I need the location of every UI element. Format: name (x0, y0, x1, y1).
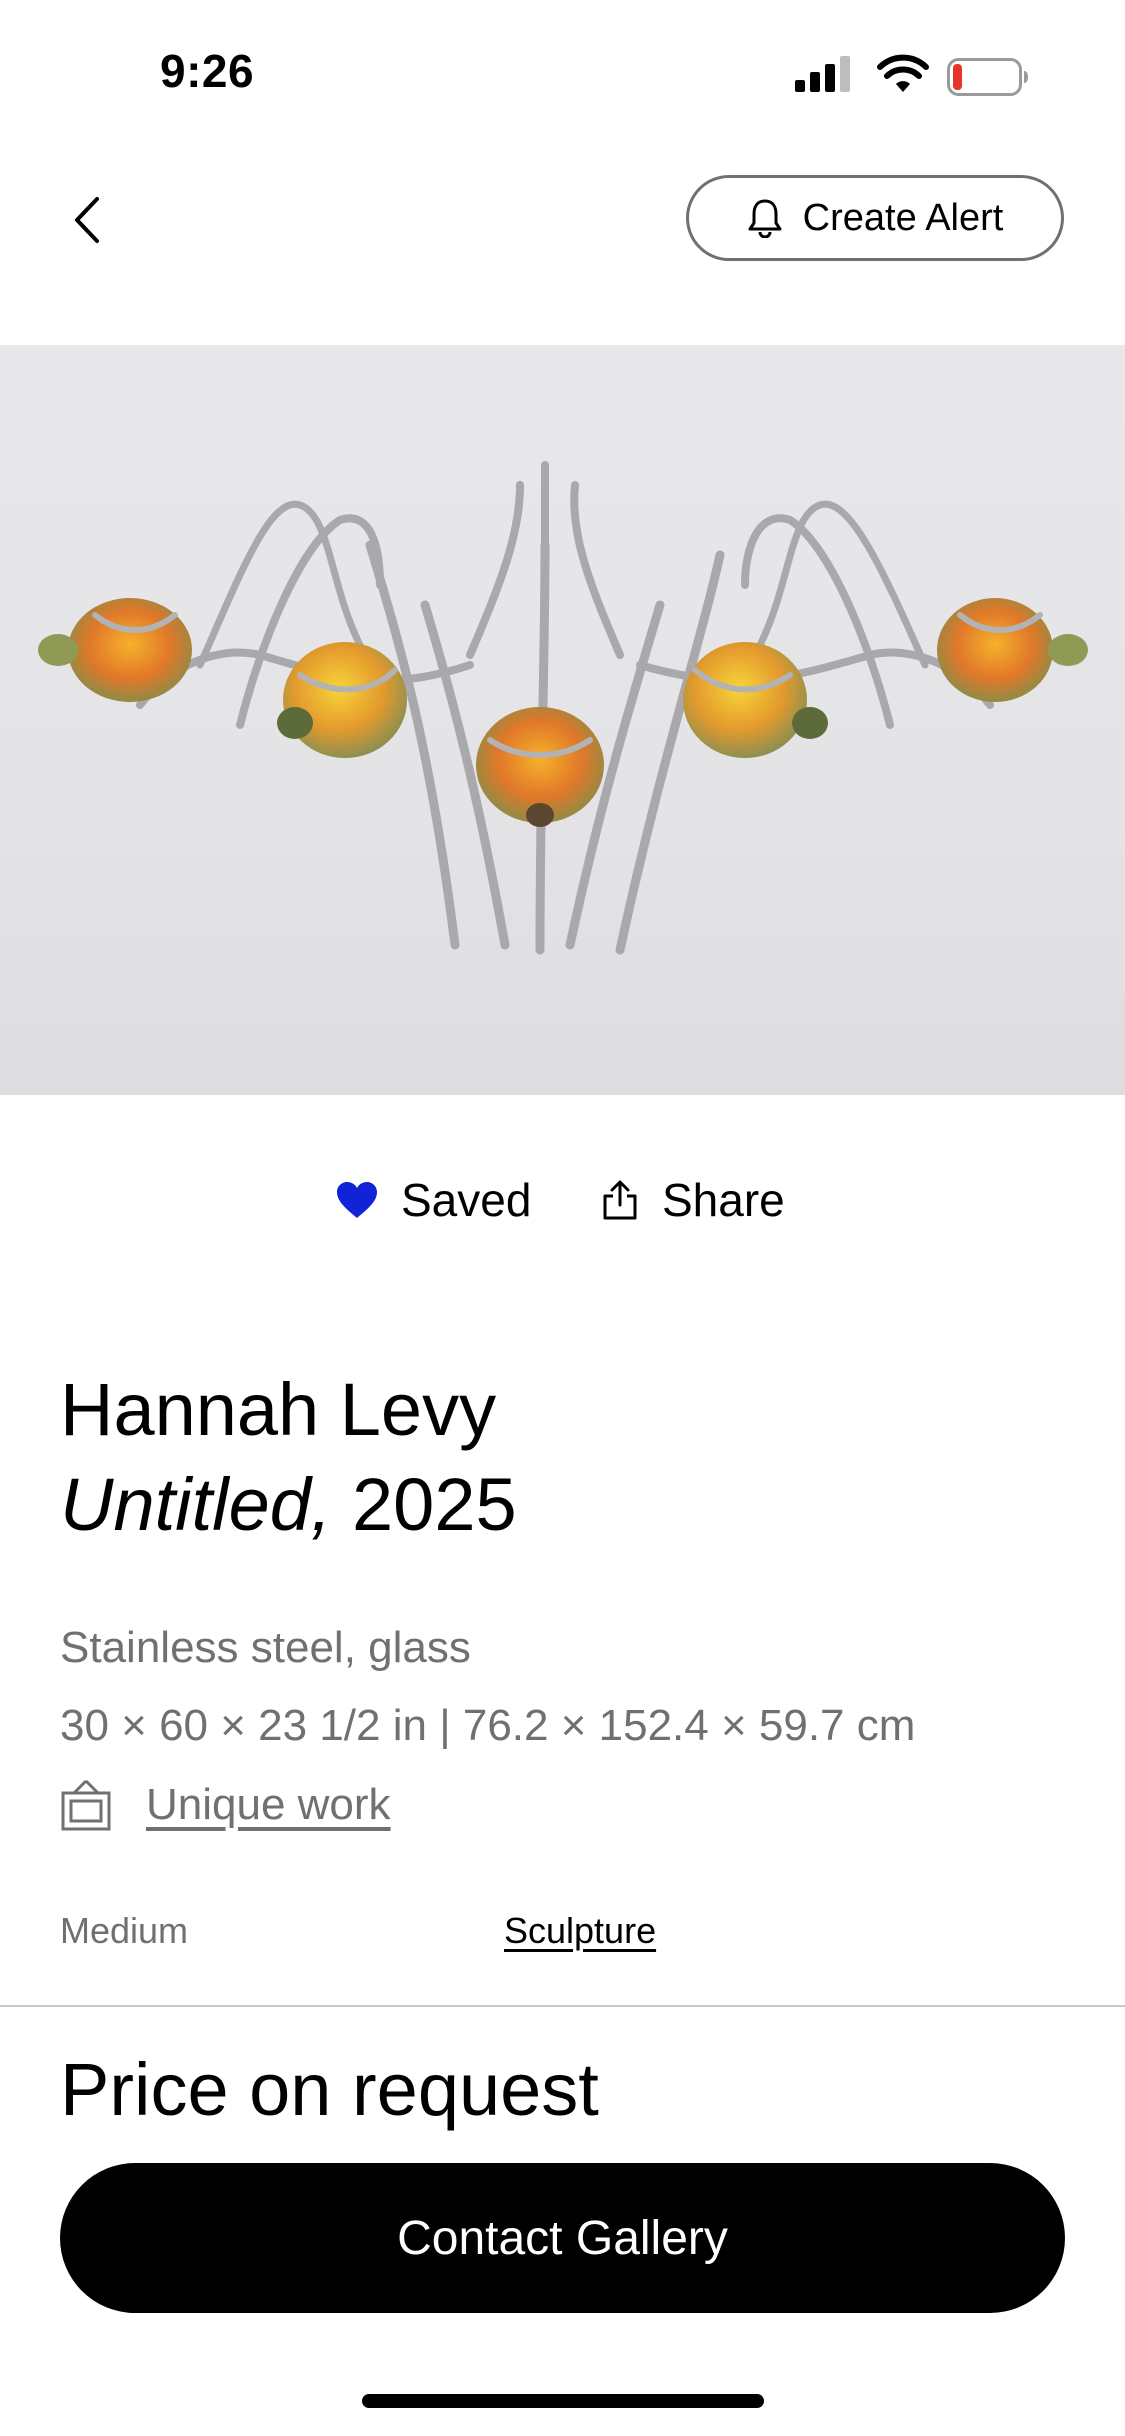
save-label: Saved (401, 1174, 532, 1226)
artwork-title-text: Untitled, (60, 1463, 332, 1546)
sculpture-illustration (38, 461, 1088, 955)
wifi-icon (877, 54, 929, 92)
rarity-row: Unique work (60, 1770, 391, 1840)
glass-bulbs (38, 598, 1088, 827)
chevron-left-icon (75, 197, 99, 243)
artist-name[interactable]: Hannah Levy (60, 1365, 496, 1455)
back-button[interactable] (62, 190, 112, 250)
battery-low-icon (947, 58, 1028, 96)
artwork-image[interactable] (0, 345, 1125, 1095)
share-label: Share (662, 1174, 785, 1226)
artwork-actions: Saved Share (0, 1165, 1125, 1235)
price-label: Price on request (60, 2048, 599, 2131)
create-alert-button[interactable]: Create Alert (686, 175, 1064, 261)
cellular-signal-icon (795, 56, 850, 92)
artwork-materials: Stainless steel, glass (60, 1623, 471, 1672)
medium-link[interactable]: Sculpture (504, 1910, 656, 1952)
contact-gallery-button[interactable]: Contact Gallery (60, 2163, 1065, 2313)
artwork-dimensions: 30 × 60 × 23 1/2 in | 76.2 × 152.4 × 59.… (60, 1701, 916, 1750)
contact-gallery-label: Contact Gallery (397, 2211, 728, 2265)
share-icon (603, 1180, 637, 1220)
artwork-year: 2025 (352, 1463, 517, 1546)
save-button[interactable]: Saved (335, 1165, 531, 1235)
status-time: 9:26 (160, 45, 255, 97)
heart-filled-icon (337, 1182, 377, 1218)
medium-label: Medium (60, 1910, 189, 1951)
create-alert-label: Create Alert (802, 196, 1004, 239)
share-button[interactable]: Share (602, 1165, 785, 1235)
home-indicator[interactable] (362, 2394, 764, 2408)
artwork-title: Untitled, 2025 (60, 1460, 517, 1550)
artwork-screen: 9:26 Create Alert Saved Share Hannah Lev… (0, 0, 1125, 2436)
rarity-link[interactable]: Unique work (146, 1780, 391, 1830)
bell-icon (748, 199, 782, 238)
divider (0, 2005, 1125, 2007)
frame-icon (61, 1779, 111, 1831)
